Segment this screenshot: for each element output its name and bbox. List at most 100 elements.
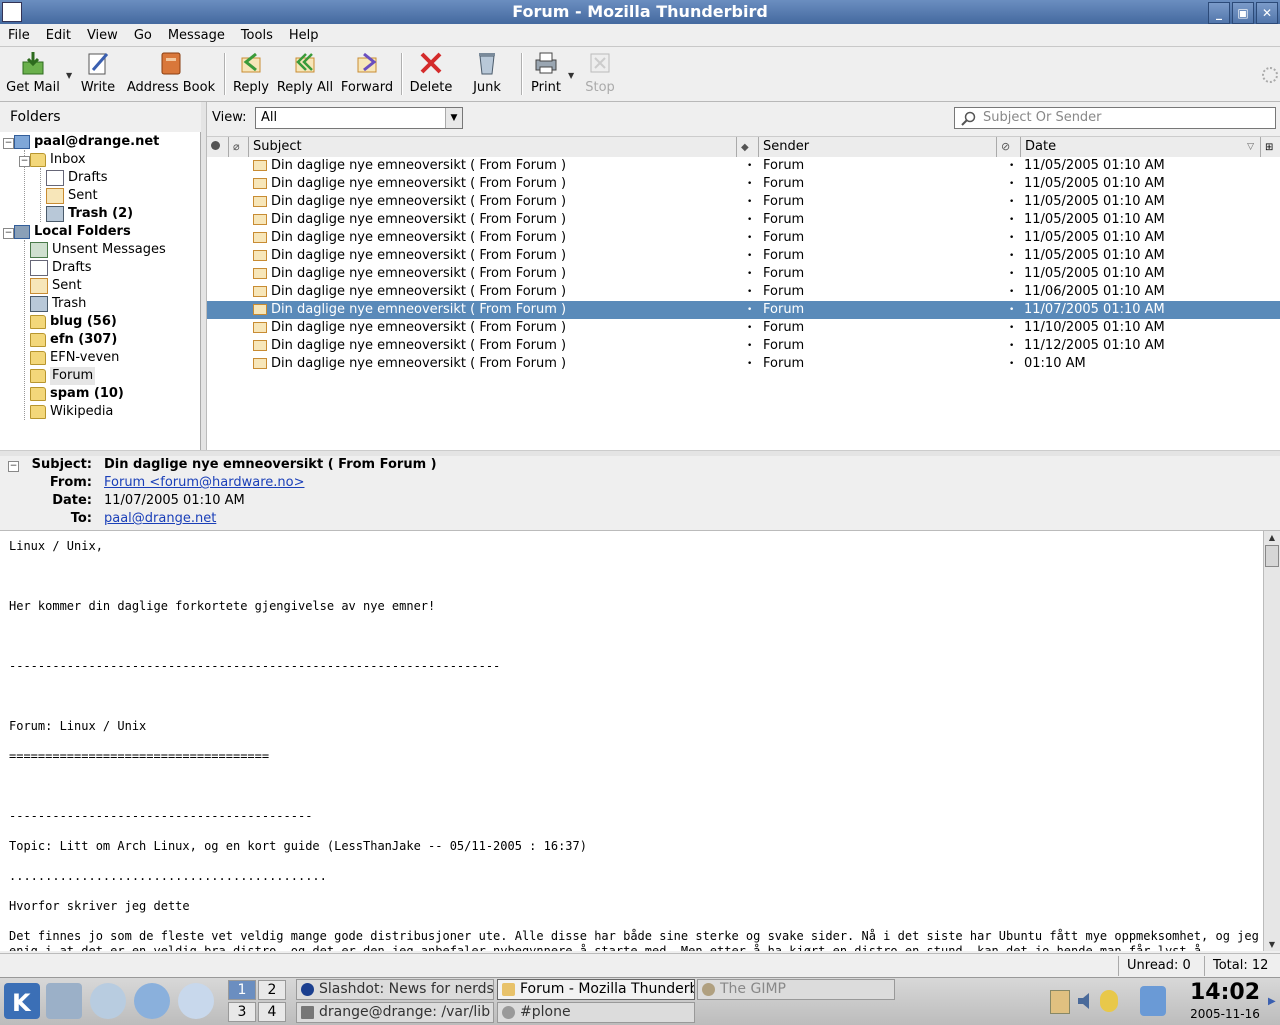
forward-button[interactable]: Forward	[338, 47, 396, 101]
storage-icon[interactable]	[1140, 986, 1166, 1016]
close-button[interactable]: ✕	[1256, 2, 1278, 24]
desktop-icon[interactable]	[46, 983, 82, 1019]
sender-column-header[interactable]: Sender	[759, 137, 997, 157]
table-row[interactable]: Din daglige nye emneoversikt ( From Foru…	[207, 229, 1280, 247]
print-button[interactable]: Print	[526, 47, 566, 101]
folder-account-paal[interactable]: paal@drange.net	[14, 133, 159, 151]
attachment-column[interactable]: ⌀	[229, 137, 249, 157]
junk-status-column[interactable]: ⊘	[997, 137, 1021, 157]
folder-forum[interactable]: Forum	[30, 367, 96, 385]
browser-icon[interactable]	[134, 983, 170, 1019]
folder-pane[interactable]: − paal@drange.net − Inbox Drafts Sent Tr…	[0, 132, 201, 450]
view-select[interactable]: All ▼	[255, 107, 463, 129]
task-gimp[interactable]: The GIMP	[697, 979, 895, 1000]
folder-blug[interactable]: blug (56)	[30, 313, 117, 331]
collapse-account-twisty[interactable]: −	[3, 138, 14, 149]
folder-inbox[interactable]: Inbox	[30, 151, 86, 169]
clock[interactable]: 14:02 2005-11-16	[1180, 979, 1270, 1021]
write-button[interactable]: Write	[77, 47, 119, 101]
folder-drafts-local[interactable]: Drafts	[30, 259, 92, 277]
folder-wikipedia[interactable]: Wikipedia	[30, 403, 113, 421]
junk-button[interactable]: Junk	[466, 47, 508, 101]
scroll-up-icon[interactable]: ▲	[1265, 531, 1279, 544]
task-plone-irc[interactable]: #plone	[497, 1002, 695, 1023]
desktop-1[interactable]: 1	[228, 980, 256, 1000]
folder-efn[interactable]: efn (307)	[30, 331, 117, 349]
table-row[interactable]: Din daglige nye emneoversikt ( From Foru…	[207, 283, 1280, 301]
folder-local-folders[interactable]: Local Folders	[14, 223, 131, 241]
print-dropdown-icon[interactable]: ▼	[568, 71, 574, 80]
table-row[interactable]: Din daglige nye emneoversikt ( From Foru…	[207, 265, 1280, 283]
folder-trash-imap[interactable]: Trash (2)	[46, 205, 133, 223]
collapse-inbox-twisty[interactable]: −	[19, 156, 30, 167]
volume-icon[interactable]	[1076, 990, 1094, 1012]
table-row[interactable]: Din daglige nye emneoversikt ( From Foru…	[207, 175, 1280, 193]
task-thunderbird[interactable]: Forum - Mozilla Thunderbird	[497, 979, 695, 1000]
table-row[interactable]: Din daglige nye emneoversikt ( From Foru…	[207, 211, 1280, 229]
message-from-link[interactable]: Forum <forum@hardware.no>	[104, 474, 304, 492]
security-icon[interactable]	[1100, 990, 1118, 1012]
reply-button[interactable]: Reply	[230, 47, 272, 101]
menu-file[interactable]: File	[0, 28, 38, 43]
thread-column-toggle[interactable]	[207, 137, 229, 157]
table-row[interactable]: Din daglige nye emneoversikt ( From Foru…	[207, 247, 1280, 265]
search-input[interactable]: Subject Or Sender	[954, 107, 1276, 129]
reply-all-button[interactable]: Reply All	[276, 47, 334, 101]
scroll-down-icon[interactable]: ▼	[1265, 938, 1279, 951]
folder-efn-veven[interactable]: EFN-veven	[30, 349, 119, 367]
menu-help[interactable]: Help	[281, 28, 327, 43]
folder-sent-local[interactable]: Sent	[30, 277, 82, 295]
window-titlebar[interactable]: Forum - Mozilla Thunderbird _ ▣ ✕	[0, 0, 1280, 24]
delete-button[interactable]: Delete	[406, 47, 456, 101]
kde-menu-icon[interactable]: K	[4, 983, 40, 1019]
desktop-3[interactable]: 3	[228, 1002, 256, 1022]
table-row[interactable]: Din daglige nye emneoversikt ( From Foru…	[207, 157, 1280, 175]
desktop-2[interactable]: 2	[258, 980, 286, 1000]
menu-message[interactable]: Message	[160, 28, 233, 43]
date-column-header[interactable]: Date ▽	[1021, 137, 1261, 157]
panel-hide-icon[interactable]: ▶	[1268, 996, 1276, 1007]
task-terminal[interactable]: drange@drange: /var/lib	[296, 1002, 494, 1023]
klipper-icon[interactable]	[1050, 990, 1070, 1014]
stop-button[interactable]: Stop	[580, 47, 620, 101]
message-body[interactable]: Linux / Unix, Her kommer din daglige for…	[0, 531, 1263, 951]
table-row[interactable]: Din daglige nye emneoversikt ( From Foru…	[207, 355, 1280, 373]
menu-go[interactable]: Go	[126, 28, 160, 43]
thread-pane[interactable]: Din daglige nye emneoversikt ( From Foru…	[207, 157, 1280, 450]
get-mail-dropdown-icon[interactable]: ▼	[66, 71, 72, 80]
table-row[interactable]: Din daglige nye emneoversikt ( From Foru…	[207, 193, 1280, 211]
table-row[interactable]: Din daglige nye emneoversikt ( From Foru…	[207, 319, 1280, 337]
konqueror-icon[interactable]	[90, 983, 126, 1019]
menu-edit[interactable]: Edit	[38, 28, 79, 43]
desktop-4[interactable]: 4	[258, 1002, 286, 1022]
scrollbar-thumb[interactable]	[1265, 545, 1279, 567]
get-mail-button[interactable]: Get Mail	[4, 47, 62, 101]
mail-client-icon[interactable]	[178, 983, 214, 1019]
folder-drafts-imap[interactable]: Drafts	[46, 169, 108, 187]
table-row[interactable]: Din daglige nye emneoversikt ( From Foru…	[207, 337, 1280, 355]
menu-tools[interactable]: Tools	[233, 28, 281, 43]
maximize-button[interactable]: ▣	[1232, 2, 1254, 24]
collapse-local-folders-twisty[interactable]: −	[3, 228, 14, 239]
read-status-column[interactable]: ◆	[737, 137, 759, 157]
message-header: − Subject: Din daglige nye emneoversikt …	[0, 456, 1280, 531]
message-to-link[interactable]: paal@drange.net	[104, 510, 216, 528]
drafts-icon	[30, 260, 48, 276]
folder-unsent-messages[interactable]: Unsent Messages	[30, 241, 166, 259]
folder-trash-local[interactable]: Trash	[30, 295, 86, 313]
address-book-button[interactable]: Address Book	[124, 47, 218, 101]
subject-column-header[interactable]: Subject	[249, 137, 737, 157]
folder-icon	[30, 333, 46, 347]
task-slashdot[interactable]: Slashdot: News for nerds	[296, 979, 494, 1000]
folder-spam[interactable]: spam (10)	[30, 385, 124, 403]
search-icon	[960, 111, 976, 134]
print-icon	[533, 50, 559, 76]
minimize-button[interactable]: _	[1208, 2, 1230, 24]
folder-sent-imap[interactable]: Sent	[46, 187, 98, 205]
window-menu-icon[interactable]	[2, 2, 22, 22]
message-scrollbar[interactable]: ▲ ▼	[1263, 531, 1280, 951]
column-picker[interactable]: ⊞	[1261, 137, 1280, 157]
folder-icon	[30, 387, 46, 401]
menu-view[interactable]: View	[79, 28, 126, 43]
table-row-selected[interactable]: Din daglige nye emneoversikt ( From Foru…	[207, 301, 1280, 319]
